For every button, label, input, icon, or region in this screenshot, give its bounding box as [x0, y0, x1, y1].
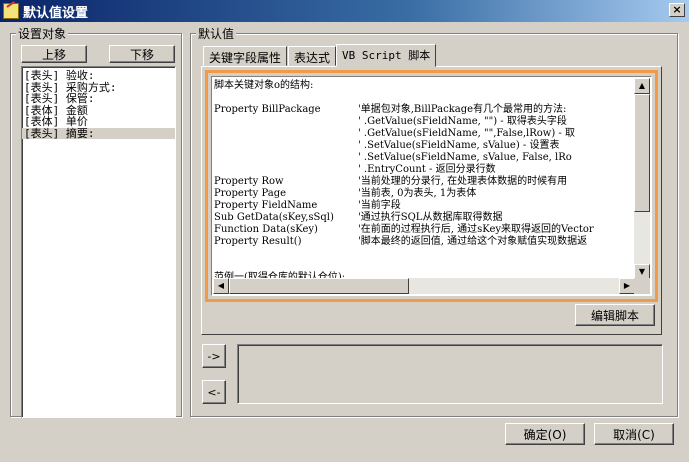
script-line-code: Function Data(sKey) [214, 224, 318, 235]
script-line-comment: ' .SetValue(sFieldName, sValue) - 设置表 [358, 140, 560, 151]
script-line-comment: '脚本最终的返回值, 通过给这个对象赋值实现数据返 [358, 236, 588, 247]
script-line-comment: ' .EntryCount - 返回分录行数 [358, 164, 496, 175]
script-line-code: Property Page [214, 188, 287, 199]
script-line-comment: '当前处理的分录行, 在处理表体数据的时候有用 [358, 176, 568, 187]
horizontal-scrollbar[interactable]: ◀ ▶ [213, 278, 635, 294]
move-up-button[interactable]: 上移 [21, 45, 87, 63]
window-title: 默认值设置 [23, 5, 89, 21]
scroll-left-icon[interactable]: ◀ [213, 278, 229, 294]
horizontal-scroll-thumb[interactable] [229, 278, 409, 294]
move-down-button[interactable]: 下移 [109, 45, 175, 63]
script-line-comment: '当前表, 0为表头, 1为表体 [358, 188, 477, 199]
script-line-code: Property BillPackage [214, 104, 321, 115]
script-editor[interactable]: 范例一(取得仓库的默认仓位):'脚本最终的返回值, 通过给这个对象赋值实现数据返… [211, 76, 652, 296]
value-preview-box [237, 344, 663, 404]
cancel-button[interactable]: 取消(C) [594, 423, 674, 445]
add-arrow-button[interactable]: -> [202, 344, 226, 368]
script-line-comment: '当前字段 [358, 200, 401, 211]
title-bar: 默认值设置 × [0, 0, 689, 22]
tab-expression[interactable]: 表达式 [288, 46, 336, 66]
script-line-code: Property Row [214, 176, 284, 187]
script-line-comment: ' .GetValue(sFieldName, "",False,lRow) -… [358, 128, 575, 139]
tab-key-field-properties[interactable]: 关键字段属性 [203, 46, 287, 66]
vertical-scrollbar[interactable]: ▲ ▼ [634, 78, 650, 280]
script-editor-frame: 范例一(取得仓库的默认仓位):'脚本最终的返回值, 通过给这个对象赋值实现数据返… [205, 70, 658, 302]
list-item[interactable]: [表头] 验收: [22, 70, 175, 82]
script-line-code: Property Result() [214, 236, 302, 247]
script-line-code: Property FieldName [214, 200, 318, 211]
script-line-comment: '通过执行SQL从数据库取得数据 [358, 212, 503, 223]
scrollbar-corner [634, 278, 650, 294]
script-line-comment: '单据包对象,BillPackage有几个最常用的方法: [358, 104, 567, 115]
app-icon [3, 3, 19, 19]
scroll-right-icon[interactable]: ▶ [619, 278, 635, 294]
settings-object-label: 设置对象 [16, 25, 69, 42]
list-item[interactable]: [表头] 保管: [22, 93, 175, 105]
scroll-up-icon[interactable]: ▲ [634, 78, 650, 94]
close-button[interactable]: × [669, 3, 685, 17]
vertical-scroll-thumb[interactable] [634, 94, 650, 212]
list-item-selected[interactable]: [表头] 摘要: [22, 127, 175, 139]
ok-button[interactable]: 确定(O) [505, 423, 585, 445]
field-list[interactable]: [表头] 验收: [表头] 采购方式: [表头] 保管: [表体] 金额 [表体… [21, 66, 176, 418]
edit-script-button[interactable]: 编辑脚本 [575, 304, 655, 326]
script-line-code: Sub GetData(sKey,sSql) [214, 212, 334, 223]
script-line-code: 脚本关键对象o的结构: [214, 80, 314, 91]
tab-vb-script[interactable]: VB Script 脚本 [336, 44, 436, 67]
script-line-comment: '在前面的过程执行后, 通过sKey来取得返回的Vector [358, 224, 594, 235]
script-line-comment: ' .SetValue(sFieldName, sValue, False, l… [358, 152, 572, 163]
default-value-label: 默认值 [196, 25, 237, 42]
list-item[interactable]: [表体] 单价 [22, 116, 175, 128]
script-line-comment: ' .GetValue(sFieldName, "") - 取得表头字段 [358, 116, 567, 127]
remove-arrow-button[interactable]: <- [202, 380, 226, 404]
